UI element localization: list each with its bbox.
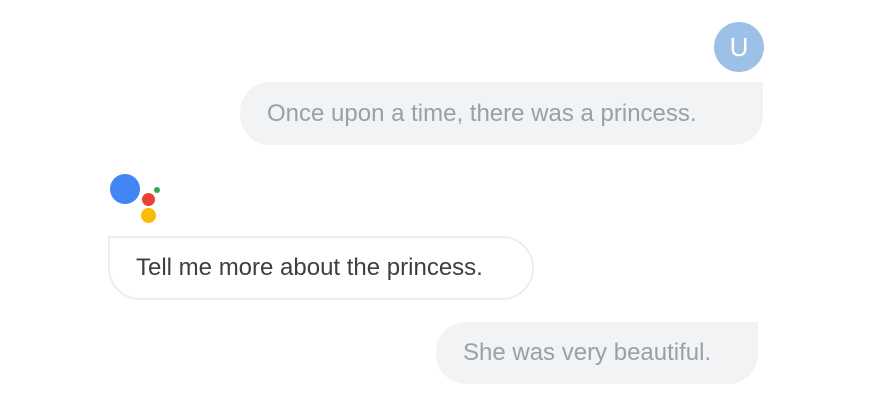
assistant-blue-dot-icon — [110, 174, 140, 204]
user-message-bubble: She was very beautiful. — [436, 322, 758, 384]
conversation-thread: U Once upon a time, there was a princess… — [0, 0, 875, 413]
user-message-text: She was very beautiful. — [463, 339, 712, 366]
assistant-red-dot-icon — [142, 193, 155, 206]
assistant-message-bubble: Tell me more about the princess. — [108, 236, 534, 300]
google-assistant-icon — [108, 172, 164, 226]
user-message-text: Once upon a time, there was a princess. — [267, 99, 697, 127]
assistant-yellow-dot-icon — [141, 208, 156, 223]
assistant-green-dot-icon — [154, 187, 160, 193]
user-message-bubble: Once upon a time, there was a princess. — [240, 82, 763, 145]
user-avatar: U — [714, 22, 764, 72]
assistant-message-text: Tell me more about the princess. — [136, 254, 483, 281]
